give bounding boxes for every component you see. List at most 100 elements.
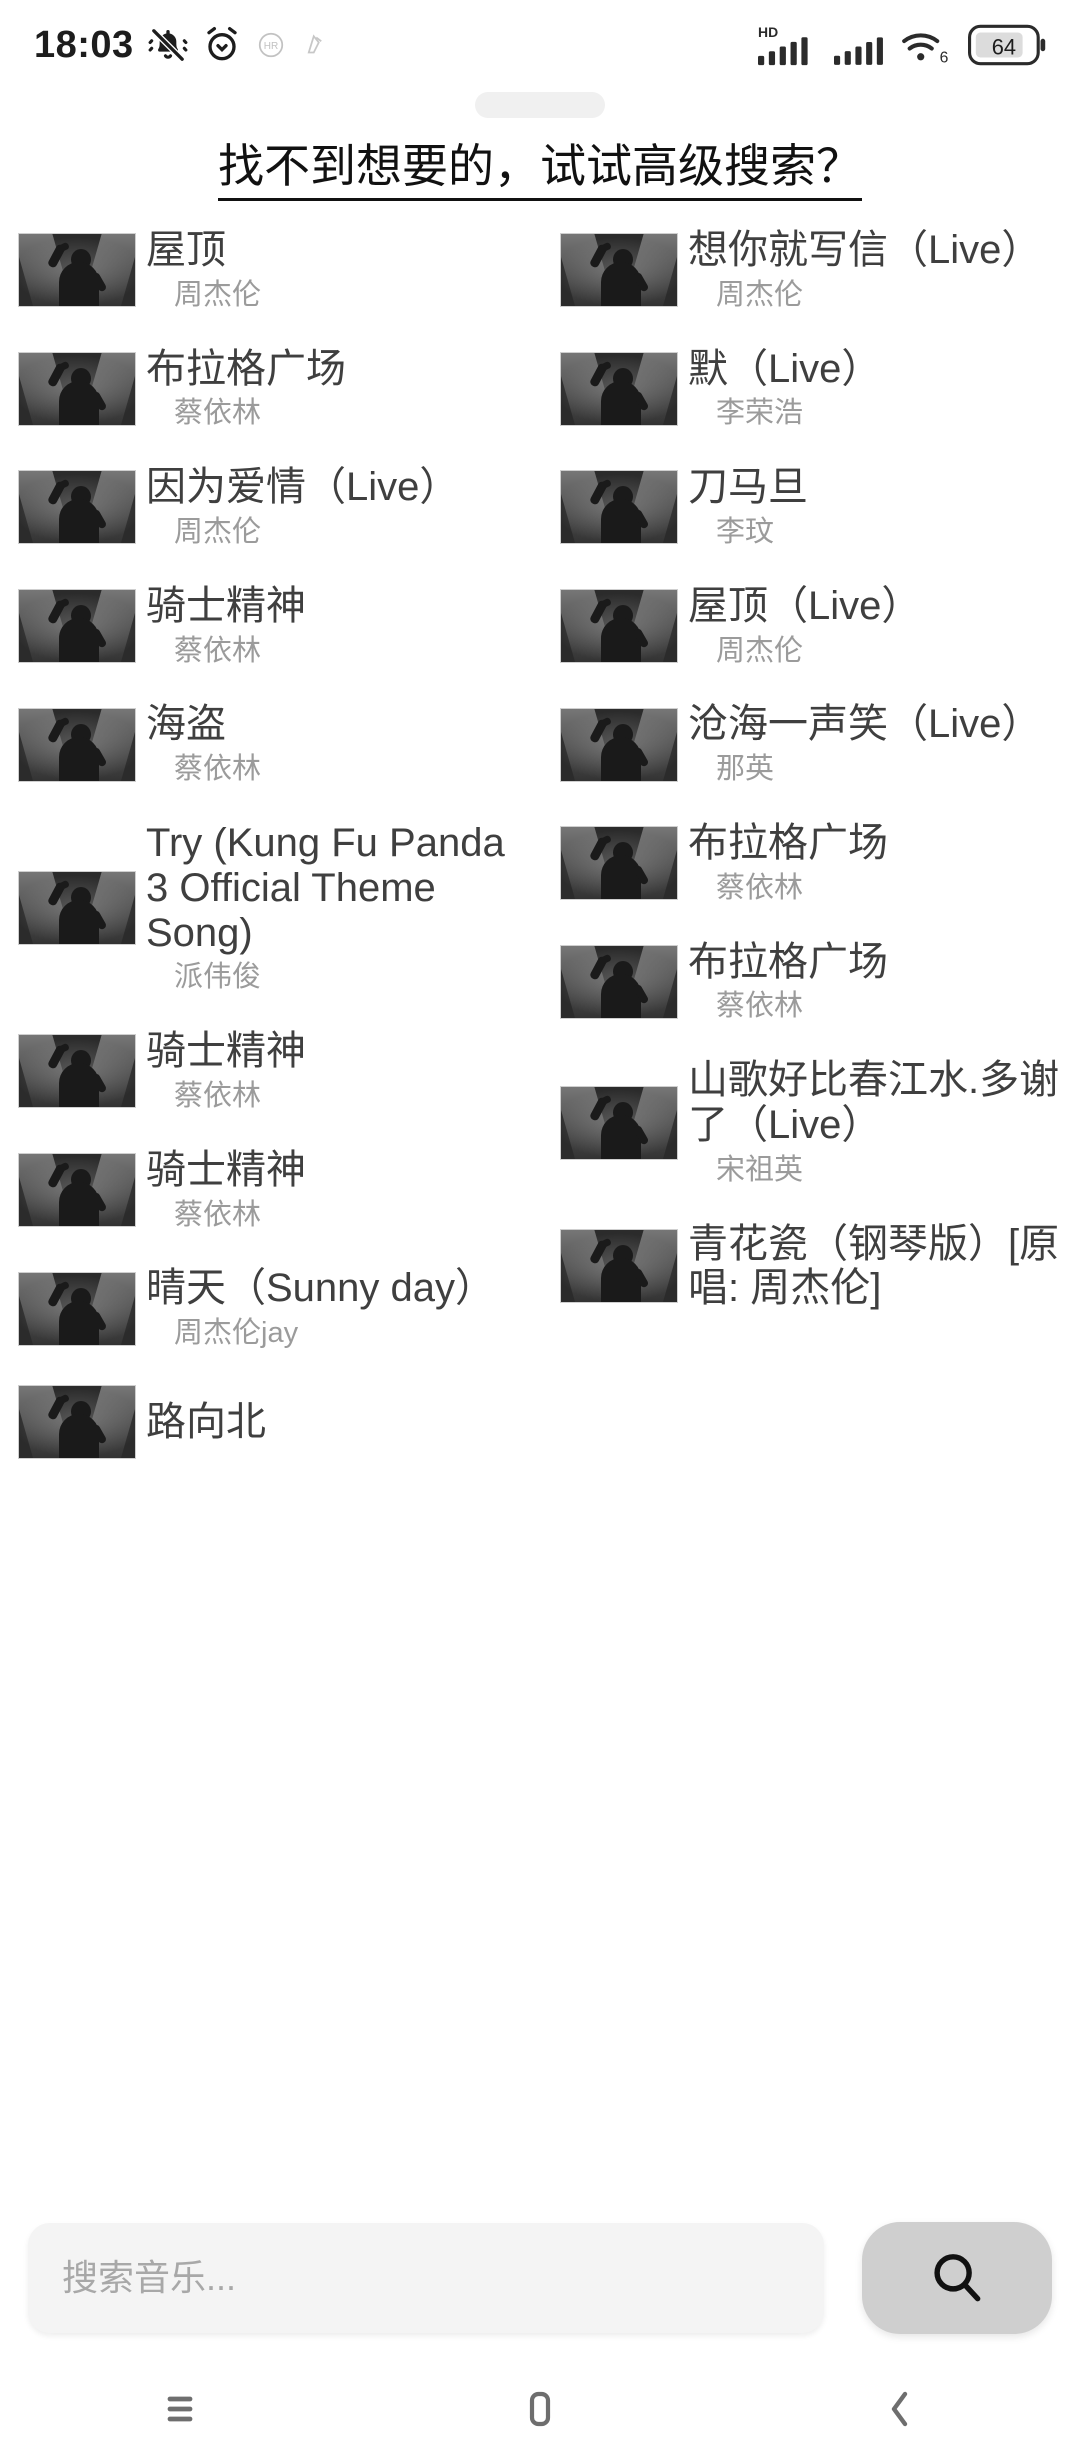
app-badge-icon [307,34,322,54]
song-thumbnail[interactable] [560,470,678,545]
song-thumbnail[interactable] [560,233,678,308]
song-title: 路向北 [146,1399,266,1444]
song-thumbnail[interactable] [560,944,678,1019]
song-artist: 蔡依林 [716,871,804,904]
search-results[interactable]: 屋顶 周杰伦 布拉格广场 蔡依林 因为爱情（Live） 周杰伦 骑士精神 蔡依林 海盗 蔡依林 Tr… [0,228,1080,2173]
song-result-row[interactable]: 青花瓷（钢琴版）[原唱: 周杰伦] [560,1222,1066,1312]
menu-recents-icon [167,2396,193,2422]
song-result-row[interactable]: 默（Live） 李荣浩 [560,347,1066,432]
song-result-row[interactable]: 布拉格广场蔡依林 [18,347,526,432]
song-title: 骑士精神 [146,1147,306,1192]
song-result-row[interactable]: 因为爱情（Live） 周杰伦 [18,465,526,550]
song-artist: 李荣浩 [716,397,804,430]
song-artist: 李玟 [716,515,775,548]
song-artist: 蔡依林 [174,1079,262,1112]
back-chevron-icon [891,2391,908,2427]
search-input[interactable] [28,2223,824,2333]
song-artist: 周杰伦jay [174,1317,299,1350]
song-result-row[interactable]: 刀马旦 李玟 [560,465,1066,550]
song-result-row[interactable]: 海盗蔡依林 [18,702,526,787]
song-text: 青花瓷（钢琴版）[原唱: 周杰伦] [688,1222,1066,1312]
song-title: 屋顶（Live） [688,583,922,628]
status-bar-right: HD 6 64 [758,23,1046,67]
alarm-clock-icon [207,27,237,61]
song-thumbnail[interactable] [18,1271,136,1346]
song-result-row[interactable]: 布拉格广场 蔡依林 [560,940,1066,1025]
song-result-row[interactable]: 沧海一声笑（Live） 那英 [560,702,1066,787]
song-thumbnail[interactable] [560,1229,678,1304]
song-thumbnail[interactable] [18,1384,136,1459]
song-text: 布拉格广场 蔡依林 [688,940,1066,1025]
song-title: 海盗 [146,702,226,747]
song-title: 布拉格广场 [688,939,888,984]
song-thumbnail[interactable] [18,233,136,308]
song-thumbnail[interactable] [560,1085,678,1160]
song-thumbnail[interactable] [560,826,678,901]
song-thumbnail[interactable] [560,351,678,426]
status-bar-left: 18:03 HR [34,24,330,67]
song-artist: 蔡依林 [174,634,262,667]
song-artist: 蔡依林 [174,1198,262,1231]
status-bar-clock: 18:03 [34,23,134,66]
song-result-row[interactable]: 山歌好比春江水.多谢了（Live） 宋祖英 [560,1058,1066,1187]
song-text: 骑士精神 蔡依林 [146,1029,526,1114]
song-result-row[interactable]: Try (Kung Fu Panda 3 Official Theme Song… [18,821,526,995]
song-title: 青花瓷（钢琴版）[原唱: 周杰伦] [688,1221,1060,1311]
song-text: 路向北 [146,1400,526,1445]
song-result-row[interactable]: 路向北 [18,1384,526,1459]
song-artist: 蔡依林 [174,753,262,786]
song-title: 想你就写信（Live） [688,228,1042,272]
results-left-column: 屋顶 周杰伦 布拉格广场 蔡依林 因为爱情（Live） 周杰伦 骑士精神 蔡依林 海盗 蔡依林 Tr… [0,228,540,2173]
search-button[interactable] [862,2222,1052,2334]
song-title: 沧海一声笑（Live） [688,702,1042,747]
song-thumbnail[interactable] [18,871,136,946]
song-result-row[interactable]: 布拉格广场蔡依林 [560,821,1066,906]
song-result-row[interactable]: 晴天（Sunny day） 周杰伦jay [18,1266,526,1351]
song-thumbnail[interactable] [18,589,136,664]
battery-icon: 64 [968,24,1046,66]
song-text: Try (Kung Fu Panda 3 Official Theme Song… [146,821,526,995]
song-result-row[interactable]: 屋顶（Live） 周杰伦 [560,584,1066,669]
search-icon [934,2254,981,2302]
song-title: 布拉格广场 [688,820,888,865]
advanced-search-link-label: 找不到想要的，试试高级搜索？ [218,140,862,201]
nav-recents-button[interactable] [120,2369,240,2449]
song-title: 默（Live） [688,346,882,391]
song-result-row[interactable]: 骑士精神蔡依林 [18,1148,526,1233]
results-right-column: 想你就写信（Live） 周杰伦 默（Live） 李荣浩 刀马旦 李玟 屋顶（Live） 周杰伦… [540,228,1080,2173]
song-title: 因为爱情（Live） [146,465,460,510]
song-title: 晴天（Sunny day） [146,1266,496,1311]
nav-back-button[interactable] [840,2369,960,2449]
song-result-row[interactable]: 想你就写信（Live） 周杰伦 [560,228,1066,313]
song-thumbnail[interactable] [18,1034,136,1109]
svg-text:HR: HR [263,41,277,52]
song-thumbnail[interactable] [560,589,678,664]
song-title: 刀马旦 [688,465,808,510]
song-text: 山歌好比春江水.多谢了（Live） 宋祖英 [688,1058,1066,1187]
song-text: 晴天（Sunny day） 周杰伦jay [146,1266,526,1351]
advanced-search-link[interactable]: 找不到想要的，试试高级搜索？ [0,130,1080,201]
status-bar: 18:03 HR HD 6 64 [0,0,1080,90]
song-result-row[interactable]: 骑士精神 蔡依林 [18,1029,526,1114]
song-text: 布拉格广场蔡依林 [146,347,526,432]
song-thumbnail[interactable] [18,707,136,782]
song-thumbnail[interactable] [18,1153,136,1228]
song-artist: 蔡依林 [174,397,262,430]
song-artist: 派伟俊 [174,961,262,994]
drag-handle-pill [475,92,605,118]
song-thumbnail[interactable] [560,707,678,782]
home-icon [529,2391,551,2427]
song-thumbnail[interactable] [18,470,136,545]
song-result-row[interactable]: 骑士精神 蔡依林 [18,584,526,669]
song-artist: 周杰伦 [716,634,804,667]
song-result-row[interactable]: 屋顶 周杰伦 [18,228,526,313]
song-text: 布拉格广场蔡依林 [688,821,1066,906]
nav-home-button[interactable] [480,2369,600,2449]
song-title: Try (Kung Fu Panda 3 Official Theme Song… [146,820,505,955]
song-thumbnail[interactable] [18,351,136,426]
song-text: 骑士精神 蔡依林 [146,584,526,669]
song-text: 刀马旦 李玟 [688,465,1066,550]
svg-text:HD: HD [758,24,778,40]
android-nav-bar [0,2358,1080,2460]
song-title: 布拉格广场 [146,346,346,391]
